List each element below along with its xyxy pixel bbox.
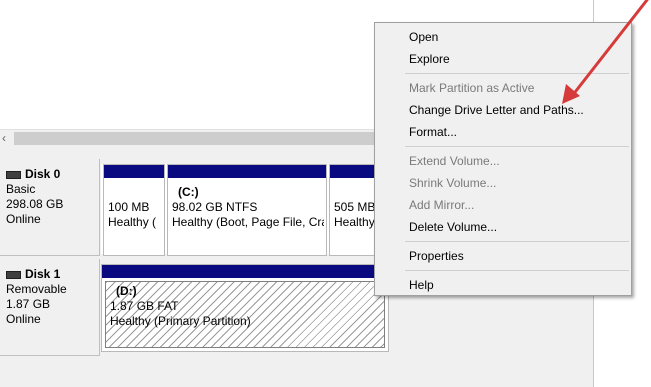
annotation-arrow-icon [562,0,649,104]
arrow-shaft [570,0,649,98]
